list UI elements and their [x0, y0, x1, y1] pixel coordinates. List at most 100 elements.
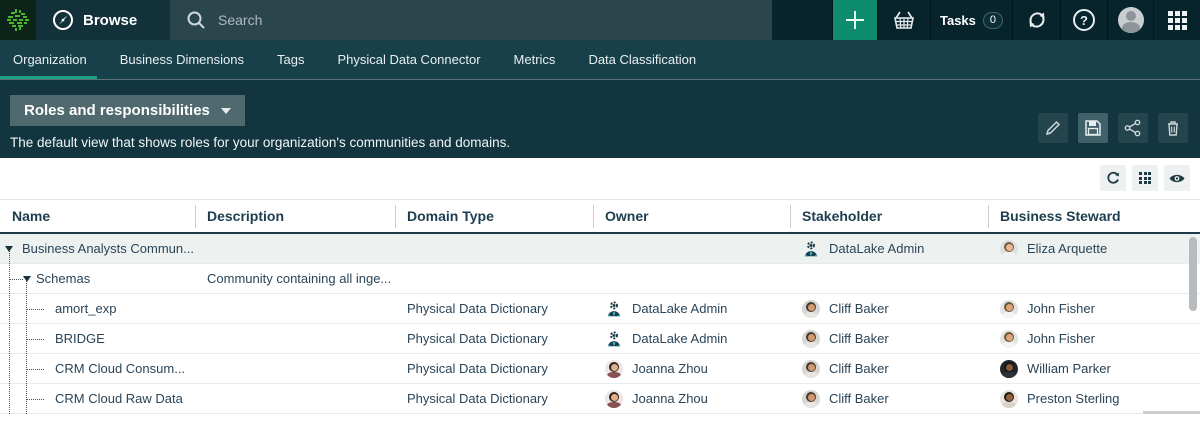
user-avatar [1118, 7, 1144, 33]
column-header-name[interactable]: Name [0, 200, 195, 232]
help-icon: ? [1073, 9, 1095, 31]
column-header-stakeholder[interactable]: Stakeholder [790, 200, 988, 232]
tasks-label: Tasks [940, 13, 976, 28]
vertical-scrollbar[interactable] [1189, 237, 1197, 311]
stakeholder-name[interactable]: Cliff Baker [829, 301, 889, 316]
business-steward-name[interactable]: John Fisher [1027, 331, 1095, 346]
owner-name[interactable]: Joanna Zhou [632, 361, 708, 376]
table-row[interactable]: SchemasCommunity containing all inge... [0, 264, 1200, 294]
stakeholder-name[interactable]: Cliff Baker [829, 361, 889, 376]
share-view-button[interactable] [1118, 113, 1148, 143]
search-input[interactable] [218, 12, 698, 28]
admin-user-icon [802, 240, 820, 258]
name-cell: BRIDGE [0, 324, 195, 353]
column-header-owner[interactable]: Owner [593, 200, 790, 232]
delete-view-button[interactable] [1158, 113, 1188, 143]
stakeholder-name[interactable]: Cliff Baker [829, 331, 889, 346]
edit-view-button[interactable] [1038, 113, 1068, 143]
asset-name-link[interactable]: Business Analysts Commun... [22, 241, 194, 256]
table-row[interactable]: amort_expPhysical Data DictionaryDataLak… [0, 294, 1200, 324]
person-avatar [1000, 240, 1018, 258]
column-settings-button[interactable] [1132, 165, 1158, 191]
name-cell: Business Analysts Commun... [0, 234, 195, 263]
data-basket-button[interactable] [877, 0, 930, 40]
admin-user-icon [605, 330, 623, 348]
column-header-domain-type[interactable]: Domain Type [395, 200, 593, 232]
business-steward-cell: William Parker [988, 360, 1200, 378]
table-row[interactable]: CRM Cloud Consum...Physical Data Diction… [0, 354, 1200, 384]
table-body: Business Analysts Commun... DataLake Admi… [0, 234, 1200, 414]
browse-menu-button[interactable]: Browse [36, 0, 170, 40]
owner-name[interactable]: DataLake Admin [632, 331, 727, 346]
top-navigation-bar: Browse Tasks 0 [0, 0, 1200, 40]
horizontal-scrollbar[interactable] [1143, 411, 1200, 414]
domain-type-cell: Physical Data Dictionary [395, 391, 593, 406]
table-header-row: NameDescriptionDomain TypeOwnerStakehold… [0, 199, 1200, 234]
help-button[interactable]: ? [1060, 0, 1107, 40]
create-asset-button[interactable] [832, 0, 877, 40]
owner-name[interactable]: Joanna Zhou [632, 391, 708, 406]
tree-branch-line [27, 309, 44, 310]
view-selector-dropdown[interactable]: Roles and responsibilities [10, 95, 245, 126]
collapse-toggle-icon[interactable] [23, 276, 31, 282]
column-header-business-steward[interactable]: Business Steward [988, 200, 1200, 232]
table-row[interactable]: Business Analysts Commun... DataLake Admi… [0, 234, 1200, 264]
asset-name-link[interactable]: Schemas [36, 271, 90, 286]
person-avatar [605, 390, 623, 408]
tab-tags[interactable]: Tags [275, 40, 306, 79]
visibility-button[interactable] [1164, 165, 1190, 191]
tree-branch-line [10, 279, 23, 280]
person-avatar [802, 300, 820, 318]
asset-name-link[interactable]: CRM Cloud Raw Data [55, 391, 183, 406]
business-steward-name[interactable]: William Parker [1027, 361, 1111, 376]
table-row[interactable]: CRM Cloud Raw Data Physical Data Dictiona… [0, 384, 1200, 414]
stakeholder-cell: Cliff Baker [790, 300, 988, 318]
business-steward-name[interactable]: John Fisher [1027, 301, 1095, 316]
business-steward-name[interactable]: Eliza Arquette [1027, 241, 1107, 256]
sync-activities-button[interactable] [1012, 0, 1060, 40]
stakeholder-name[interactable]: Cliff Baker [829, 391, 889, 406]
business-steward-cell: Eliza Arquette [988, 240, 1200, 258]
owner-cell: DataLake Admin [593, 300, 790, 318]
app-window: Browse Tasks 0 [0, 0, 1200, 421]
tree-branch-line [27, 339, 44, 340]
tab-data-classification[interactable]: Data Classification [586, 40, 698, 79]
tab-physical-data-connector[interactable]: Physical Data Connector [335, 40, 482, 79]
collibra-logo[interactable] [0, 0, 36, 40]
stakeholder-name[interactable]: DataLake Admin [829, 241, 924, 256]
stakeholder-cell: Cliff Baker [790, 330, 988, 348]
view-action-buttons [1038, 113, 1188, 143]
stakeholder-cell: Cliff Baker [790, 360, 988, 378]
compass-icon [52, 9, 74, 31]
help-glyph: ? [1080, 13, 1088, 28]
name-cell: Schemas [0, 264, 195, 293]
owner-cell: Joanna Zhou [593, 360, 790, 378]
view-selector-label: Roles and responsibilities [24, 102, 210, 119]
owner-name[interactable]: DataLake Admin [632, 301, 727, 316]
person-avatar [1000, 360, 1018, 378]
sync-icon [1025, 8, 1049, 32]
table-row[interactable]: BRIDGEPhysical Data DictionaryDataLake A… [0, 324, 1200, 354]
apps-menu-button[interactable] [1153, 0, 1200, 40]
share-icon [1123, 118, 1143, 138]
user-profile-button[interactable] [1107, 0, 1153, 40]
tree-branch-line [27, 399, 44, 400]
business-steward-name[interactable]: Preston Sterling [1027, 391, 1120, 406]
person-avatar [1000, 300, 1018, 318]
asset-name-link[interactable]: BRIDGE [55, 331, 105, 346]
column-header-description[interactable]: Description [195, 200, 395, 232]
tasks-button[interactable]: Tasks 0 [930, 0, 1012, 40]
tasks-count-badge: 0 [983, 12, 1003, 29]
asset-name-link[interactable]: amort_exp [55, 301, 116, 316]
tab-metrics[interactable]: Metrics [512, 40, 558, 79]
global-search-bar[interactable] [170, 0, 772, 40]
business-steward-cell: John Fisher [988, 330, 1200, 348]
tab-organization[interactable]: Organization [11, 40, 89, 79]
refresh-table-button[interactable] [1100, 165, 1126, 191]
business-steward-cell: Preston Sterling [988, 390, 1200, 408]
asset-name-link[interactable]: CRM Cloud Consum... [55, 361, 185, 376]
collapse-toggle-icon[interactable] [5, 246, 13, 252]
stakeholder-cell: Cliff Baker [790, 390, 988, 408]
tab-business-dimensions[interactable]: Business Dimensions [118, 40, 246, 79]
save-view-button[interactable] [1078, 113, 1108, 143]
